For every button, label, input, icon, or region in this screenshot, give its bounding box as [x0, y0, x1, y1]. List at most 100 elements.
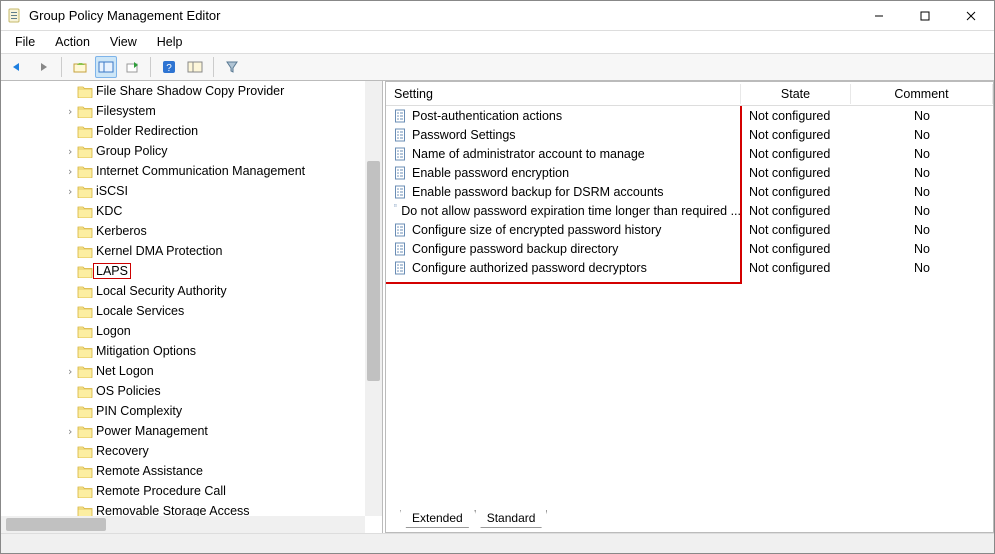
- policy-setting-icon: [394, 223, 408, 237]
- tree-item-label: Net Logon: [93, 363, 157, 379]
- tree-item-label: iSCSI: [93, 183, 131, 199]
- list-header: Setting State Comment: [386, 82, 993, 106]
- toolbar: ?: [1, 53, 994, 81]
- folder-icon: [77, 245, 93, 258]
- properties-button[interactable]: [184, 56, 206, 78]
- setting-name: Do not allow password expiration time lo…: [401, 204, 741, 218]
- close-button[interactable]: [948, 1, 994, 30]
- tree-item[interactable]: Locale Services: [1, 301, 382, 321]
- maximize-button[interactable]: [902, 1, 948, 30]
- list-row[interactable]: Do not allow password expiration time lo…: [386, 201, 993, 220]
- setting-state: Not configured: [741, 204, 851, 218]
- list-row[interactable]: Password SettingsNot configuredNo: [386, 125, 993, 144]
- menu-help[interactable]: Help: [147, 33, 193, 51]
- tree-item[interactable]: Folder Redirection: [1, 121, 382, 141]
- tree-item[interactable]: Kernel DMA Protection: [1, 241, 382, 261]
- tree-item[interactable]: LAPS: [1, 261, 382, 281]
- folder-icon: [77, 345, 93, 358]
- tree-item[interactable]: OS Policies: [1, 381, 382, 401]
- tree-item[interactable]: Remote Assistance: [1, 461, 382, 481]
- tab-extended[interactable]: Extended: [400, 510, 475, 528]
- tab-standard[interactable]: Standard: [475, 510, 548, 528]
- folder-icon: [77, 225, 93, 238]
- tree-item[interactable]: › Power Management: [1, 421, 382, 441]
- up-button[interactable]: [69, 56, 91, 78]
- policy-setting-icon: [394, 109, 408, 123]
- tree-item[interactable]: › Group Policy: [1, 141, 382, 161]
- folder-icon: [77, 205, 93, 218]
- filter-button[interactable]: [221, 56, 243, 78]
- tree-item-label: Locale Services: [93, 303, 187, 319]
- menu-view[interactable]: View: [100, 33, 147, 51]
- export-button[interactable]: [121, 56, 143, 78]
- list-row[interactable]: Configure authorized password decryptors…: [386, 258, 993, 277]
- menu-file[interactable]: File: [5, 33, 45, 51]
- scroll-thumb[interactable]: [367, 161, 380, 381]
- menu-action[interactable]: Action: [45, 33, 100, 51]
- back-button[interactable]: [6, 56, 28, 78]
- setting-state: Not configured: [741, 242, 851, 256]
- list-row[interactable]: Enable password encryptionNot configured…: [386, 163, 993, 182]
- setting-state: Not configured: [741, 166, 851, 180]
- tree-item-label: Filesystem: [93, 103, 159, 119]
- setting-comment: No: [851, 128, 993, 142]
- expand-caret-icon[interactable]: ›: [63, 365, 77, 378]
- tree-item-label: Remote Procedure Call: [93, 483, 229, 499]
- title-bar[interactable]: Group Policy Management Editor: [1, 1, 994, 31]
- tree-item[interactable]: › Filesystem: [1, 101, 382, 121]
- tree-item-label: Internet Communication Management: [93, 163, 308, 179]
- folder-icon: [77, 445, 93, 458]
- view-tabs: Extended Standard: [386, 510, 993, 532]
- tree-item-label: KDC: [93, 203, 125, 219]
- tree-item[interactable]: Local Security Authority: [1, 281, 382, 301]
- tree-item[interactable]: Remote Procedure Call: [1, 481, 382, 501]
- tree-item[interactable]: PIN Complexity: [1, 401, 382, 421]
- list-row[interactable]: Configure size of encrypted password his…: [386, 220, 993, 239]
- policy-setting-icon: [394, 128, 408, 142]
- list-row[interactable]: Configure password backup directory Not c…: [386, 239, 993, 258]
- tree-item[interactable]: KDC: [1, 201, 382, 221]
- show-hide-tree-button[interactable]: [95, 56, 117, 78]
- policy-setting-icon: [394, 185, 408, 199]
- tree-vertical-scrollbar[interactable]: [365, 81, 382, 516]
- folder-icon: [77, 105, 93, 118]
- tree-item[interactable]: File Share Shadow Copy Provider: [1, 81, 382, 101]
- setting-state: Not configured: [741, 128, 851, 142]
- column-header-setting[interactable]: Setting: [386, 84, 741, 104]
- expand-caret-icon[interactable]: ›: [63, 185, 77, 198]
- column-header-comment[interactable]: Comment: [851, 84, 993, 104]
- setting-comment: No: [851, 109, 993, 123]
- tree-item[interactable]: Mitigation Options: [1, 341, 382, 361]
- column-header-state[interactable]: State: [741, 84, 851, 104]
- tree-item[interactable]: › Internet Communication Management: [1, 161, 382, 181]
- expand-caret-icon[interactable]: ›: [63, 165, 77, 178]
- tree-horizontal-scrollbar[interactable]: [1, 516, 365, 533]
- expand-caret-icon[interactable]: ›: [63, 425, 77, 438]
- folder-icon: [77, 305, 93, 318]
- setting-name: Configure password backup directory: [412, 242, 618, 256]
- setting-comment: No: [851, 185, 993, 199]
- setting-name: Name of administrator account to manage: [412, 147, 645, 161]
- policy-setting-icon: [394, 166, 408, 180]
- folder-icon: [77, 485, 93, 498]
- minimize-button[interactable]: [856, 1, 902, 30]
- tree-item[interactable]: Recovery: [1, 441, 382, 461]
- list-row[interactable]: Enable password backup for DSRM accounts…: [386, 182, 993, 201]
- tree-scroll[interactable]: File Share Shadow Copy Provider› Filesys…: [1, 81, 382, 533]
- scroll-thumb[interactable]: [6, 518, 106, 531]
- help-button[interactable]: ?: [158, 56, 180, 78]
- list-row[interactable]: Post-authentication actionsNot configure…: [386, 106, 993, 125]
- setting-comment: No: [851, 242, 993, 256]
- tree-item[interactable]: › iSCSI: [1, 181, 382, 201]
- tree-item[interactable]: Logon: [1, 321, 382, 341]
- setting-name: Enable password backup for DSRM accounts: [412, 185, 664, 199]
- settings-list[interactable]: Post-authentication actionsNot configure…: [386, 106, 993, 510]
- folder-icon: [77, 465, 93, 478]
- expand-caret-icon[interactable]: ›: [63, 105, 77, 118]
- policy-setting-icon: [394, 204, 397, 218]
- tree-item[interactable]: Kerberos: [1, 221, 382, 241]
- forward-button[interactable]: [32, 56, 54, 78]
- tree-item[interactable]: › Net Logon: [1, 361, 382, 381]
- expand-caret-icon[interactable]: ›: [63, 145, 77, 158]
- list-row[interactable]: Name of administrator account to manageN…: [386, 144, 993, 163]
